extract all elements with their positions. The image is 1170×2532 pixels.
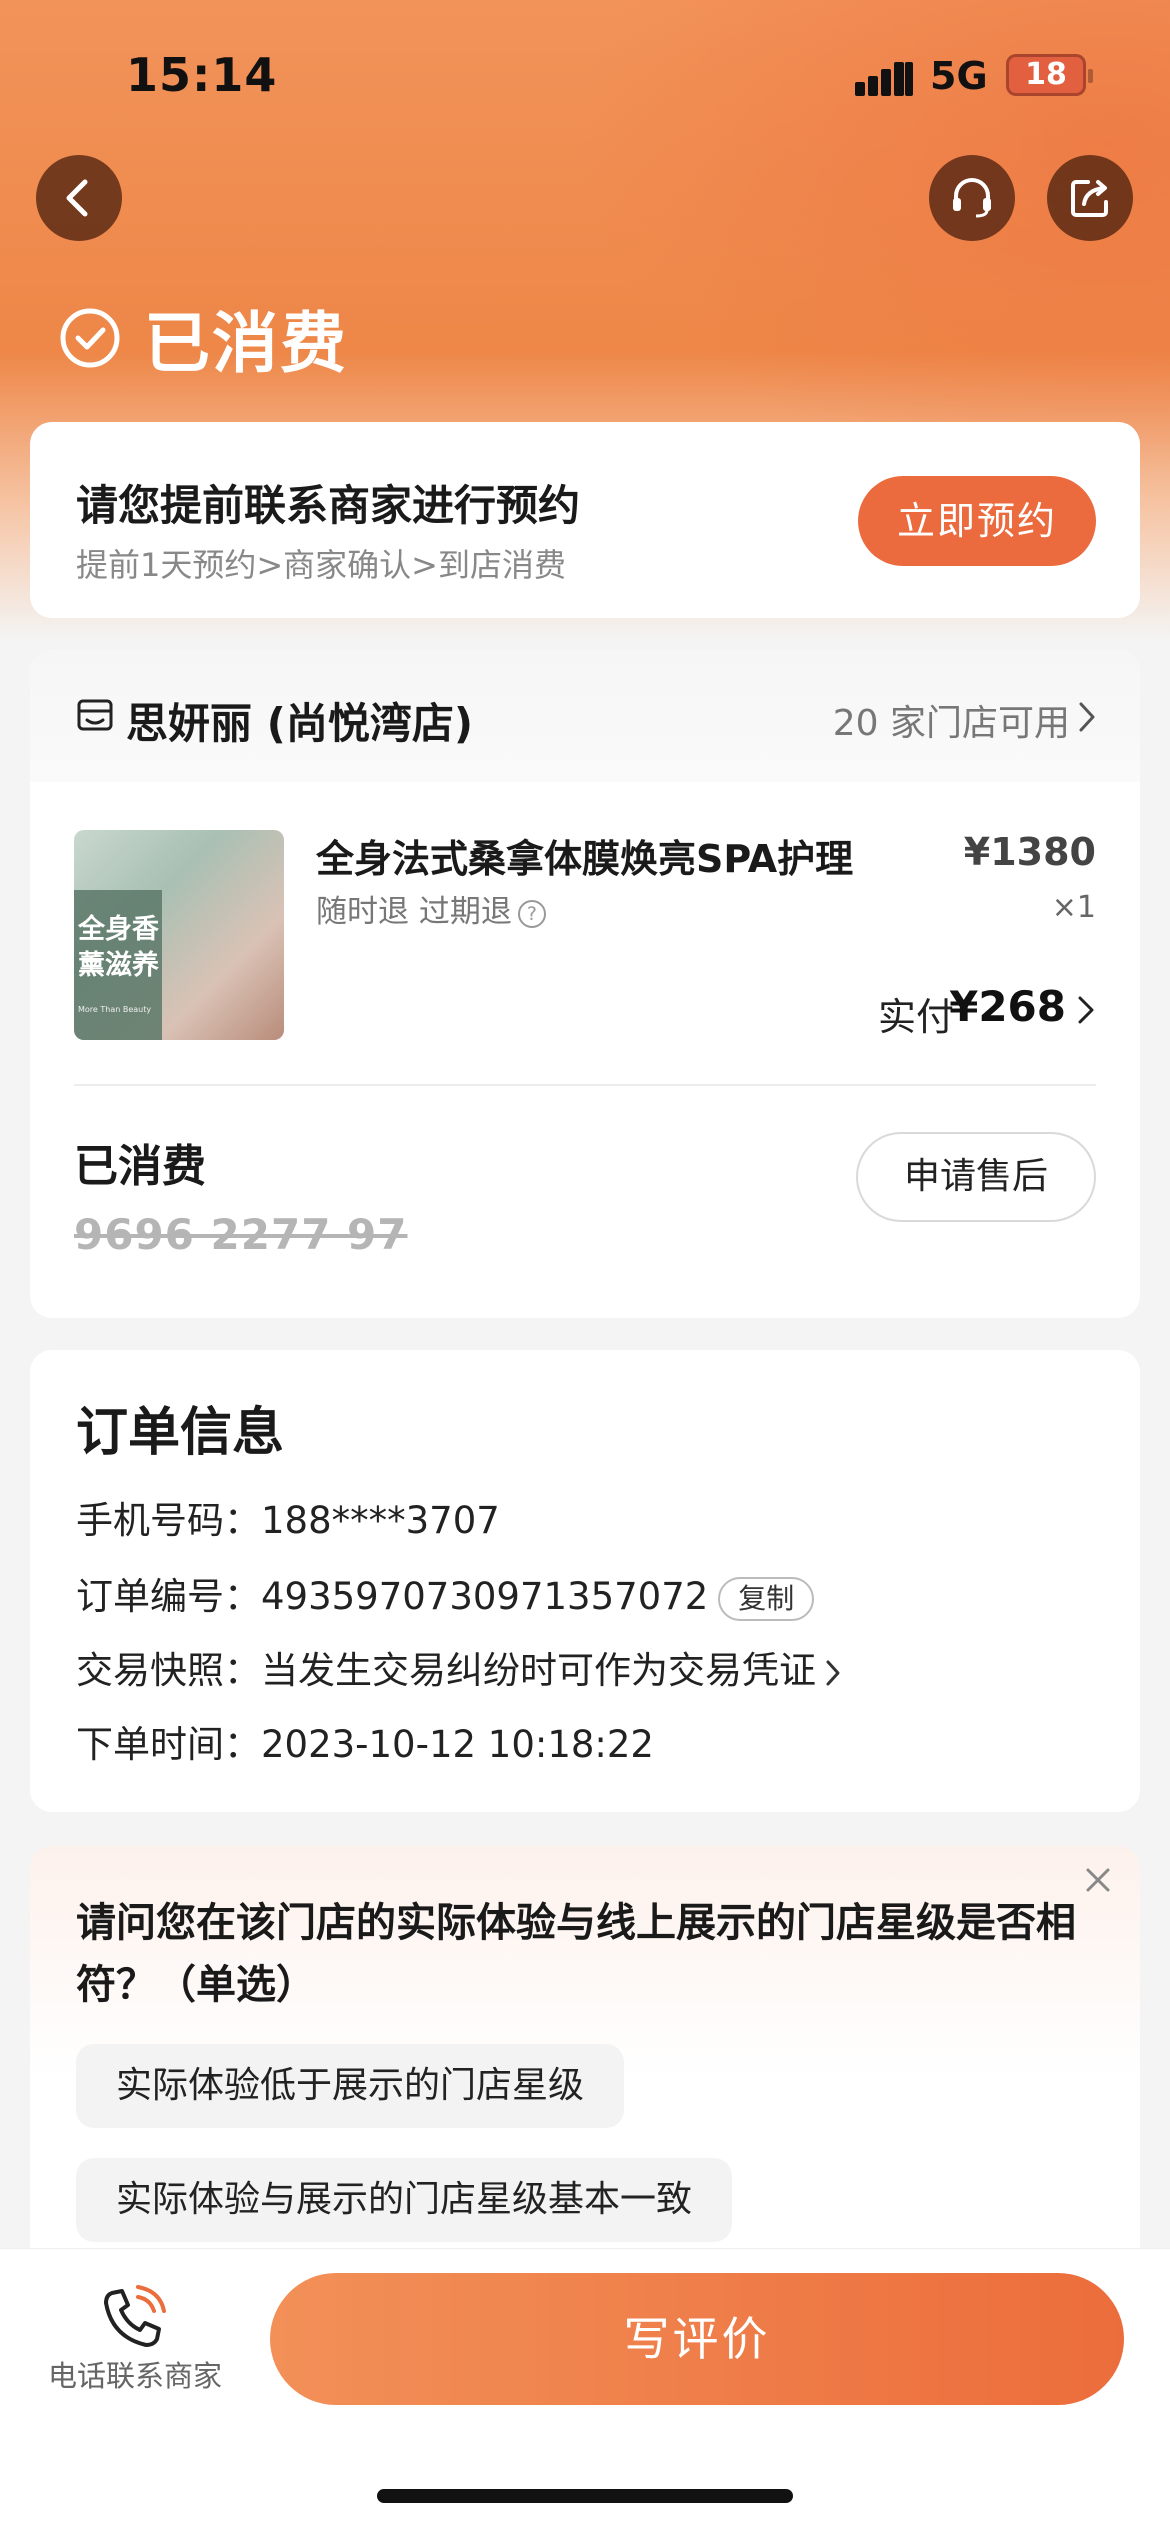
check-circle-icon xyxy=(60,308,120,368)
divider xyxy=(74,1084,1096,1086)
paid-label: 实付 xyxy=(877,995,954,1039)
snapshot-value[interactable]: 当发生交易纠纷时可作为交易凭证 xyxy=(261,1649,816,1692)
customer-service-button[interactable] xyxy=(929,155,1015,241)
order-time-row: 下单时间：2023-10-12 10:18:22 xyxy=(76,1714,654,1768)
headset-icon xyxy=(953,178,991,218)
refund-policy: 随时退 过期退? xyxy=(316,886,546,931)
store-name: 思妍丽 (尚悦湾店) xyxy=(126,699,474,748)
phone-row: 手机号码：188****3707 xyxy=(76,1490,500,1544)
thumbnail-text: 全身香薰滋养 xyxy=(78,914,159,981)
back-button[interactable] xyxy=(36,155,122,241)
share-button[interactable] xyxy=(1047,155,1133,241)
chevron-left-icon xyxy=(66,179,88,217)
product-quantity: ×1 xyxy=(1051,890,1096,925)
phone-icon xyxy=(104,2285,166,2347)
store-header[interactable]: 思妍丽 (尚悦湾店) 20 家门店可用 xyxy=(30,650,1140,782)
status-time: 15:14 xyxy=(126,48,278,102)
aftersale-button[interactable]: 申请售后 xyxy=(856,1132,1096,1222)
battery-icon: 18 xyxy=(1006,54,1093,96)
order-detail-page: 15:14 5G 18 已消费 请您提前联系商家进行预约 提前1天预约>商家确认… xyxy=(0,0,1170,2532)
store-available-count[interactable]: 20 家门店可用 xyxy=(833,694,1070,746)
share-icon xyxy=(1071,180,1108,217)
store-icon xyxy=(77,699,113,731)
network-label: 5G xyxy=(930,54,988,98)
product-name[interactable]: 全身法式桑拿体膜焕亮SPA护理 xyxy=(316,828,853,883)
product-original-price: ¥1380 xyxy=(963,830,1096,874)
order-number-value: 4935970730971357072 xyxy=(261,1575,709,1618)
chevron-right-icon[interactable] xyxy=(1076,994,1096,1026)
help-icon[interactable]: ? xyxy=(517,899,546,928)
voucher-code: 9696 2277 97 xyxy=(74,1210,408,1259)
call-merchant-label[interactable]: 电话联系商家 xyxy=(44,2353,226,2395)
survey-question: 请问您在该门店的实际体验与线上展示的门店星级是否相符？（单选） xyxy=(76,1900,1076,2008)
order-status: 已消费 xyxy=(58,290,348,386)
deal-card: 思妍丽 (尚悦湾店) 20 家门店可用 全身香薰滋养 More Than Bea… xyxy=(30,650,1140,1318)
battery-level: 18 xyxy=(1025,57,1067,92)
booking-steps: 提前1天预约>商家确认>到店消费 xyxy=(76,546,566,584)
survey-option[interactable]: 实际体验低于展示的门店星级 xyxy=(76,2044,625,2128)
order-info-title: 订单信息 xyxy=(76,1403,285,1463)
chevron-right-icon xyxy=(826,1660,840,1685)
book-now-button[interactable]: 立即预约 xyxy=(858,476,1096,566)
product-thumbnail[interactable]: 全身香薰滋养 More Than Beauty xyxy=(74,830,284,1040)
copy-button[interactable]: 复制 xyxy=(718,1576,815,1621)
snapshot-row[interactable]: 交易快照：当发生交易纠纷时可作为交易凭证 xyxy=(76,1640,842,1694)
survey-option[interactable]: 实际体验与展示的门店星级基本一致 xyxy=(76,2158,733,2242)
signal-icon xyxy=(855,58,915,96)
order-time-value: 2023-10-12 10:18:22 xyxy=(261,1723,654,1766)
booking-title: 请您提前联系商家进行预约 xyxy=(76,481,581,530)
booking-card: 请您提前联系商家进行预约 提前1天预约>商家确认>到店消费 立即预约 xyxy=(30,422,1140,618)
order-time-key: 下单时间： xyxy=(76,1723,261,1766)
chevron-right-icon xyxy=(1079,702,1095,732)
voucher-status: 已消费 xyxy=(74,1141,206,1192)
thumbnail-subtext: More Than Beauty xyxy=(78,1005,152,1014)
order-info-card: 订单信息 手机号码：188****3707 订单编号：4935970730971… xyxy=(30,1350,1140,1812)
survey-card: 请问您在该门店的实际体验与线上展示的门店星级是否相符？（单选） 实际体验低于展示… xyxy=(30,1846,1140,2266)
order-number-key: 订单编号： xyxy=(76,1575,261,1618)
order-number-row: 订单编号：4935970730971357072 复制 xyxy=(76,1566,815,1621)
refund-policy-text: 随时退 过期退 xyxy=(316,894,512,930)
paid-amount[interactable]: ¥268 xyxy=(949,982,1066,1031)
home-indicator xyxy=(377,2489,793,2503)
phone-value: 188****3707 xyxy=(261,1499,500,1542)
write-review-button[interactable]: 写评价 xyxy=(270,2273,1124,2405)
order-status-text: 已消费 xyxy=(144,305,348,382)
snapshot-key: 交易快照： xyxy=(76,1649,261,1692)
status-bar: 15:14 5G 18 xyxy=(0,0,1170,150)
phone-key: 手机号码： xyxy=(76,1499,261,1542)
